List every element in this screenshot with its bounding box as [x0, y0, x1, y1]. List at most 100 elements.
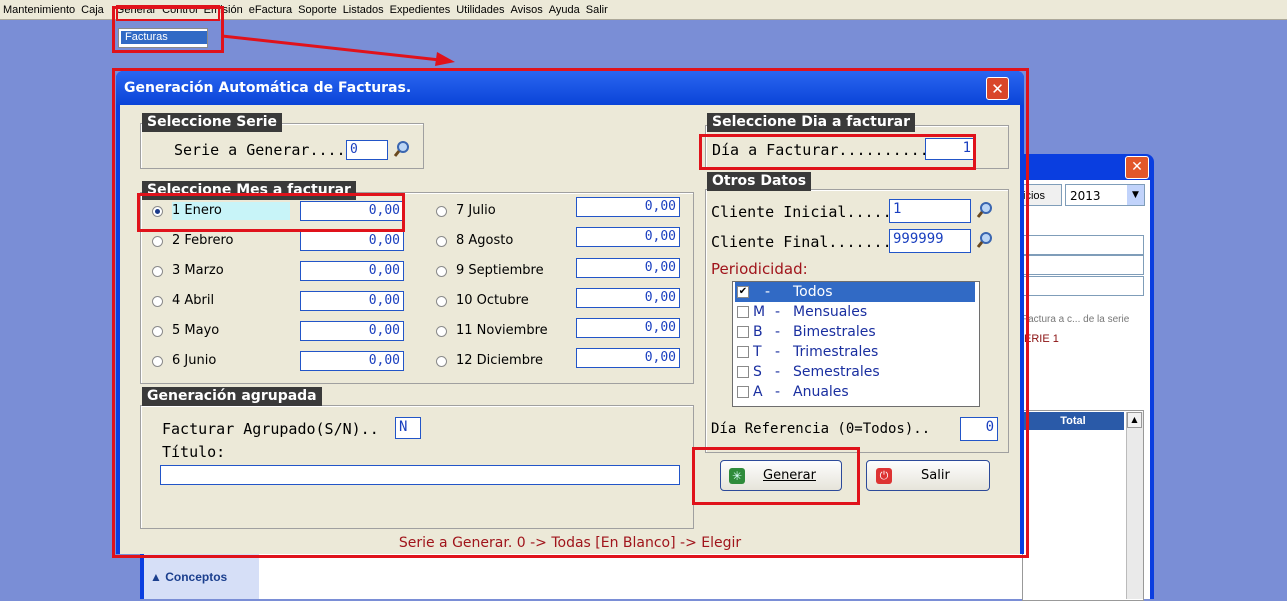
- periodicidad-name: Bimestrales: [793, 324, 876, 340]
- month-label-mayo[interactable]: 5 Mayo: [172, 323, 219, 338]
- periodicidad-code: S: [753, 364, 762, 380]
- serie-label: Serie a Generar....: [174, 141, 346, 159]
- titulo-label: Título:: [162, 443, 226, 461]
- list-item-bimestrales[interactable]: B - Bimestrales: [735, 322, 975, 342]
- background-ejercicios-button[interactable]: icios: [1020, 184, 1062, 206]
- menu-ayuda[interactable]: Ayuda: [546, 4, 583, 16]
- serie-input[interactable]: 0: [346, 140, 388, 160]
- month-label-abril[interactable]: 4 Abril: [172, 293, 214, 308]
- month-value-abril[interactable]: 0,00: [300, 291, 404, 311]
- periodicidad-name: Trimestrales: [793, 344, 879, 360]
- close-icon[interactable]: ✕: [986, 77, 1009, 100]
- periodicidad-name: Anuales: [793, 384, 849, 400]
- radio-febrero[interactable]: [152, 236, 163, 247]
- radio-septiembre[interactable]: [436, 266, 447, 277]
- month-label-febrero[interactable]: 2 Febrero: [172, 233, 234, 248]
- periodicidad-label: Periodicidad:: [711, 260, 808, 278]
- background-field-3[interactable]: [1022, 276, 1144, 296]
- month-value-septiembre[interactable]: 0,00: [576, 258, 680, 278]
- titulo-input[interactable]: [160, 465, 680, 485]
- search-icon[interactable]: [976, 231, 994, 249]
- salir-button-label: Salir: [921, 468, 950, 483]
- radio-julio[interactable]: [436, 206, 447, 217]
- background-close-button[interactable]: ✕: [1125, 156, 1149, 179]
- month-value-octubre[interactable]: 0,00: [576, 288, 680, 308]
- periodicidad-code: B: [753, 324, 763, 340]
- generar-button[interactable]: ✳ Generar: [720, 460, 842, 491]
- dialog-titlebar[interactable]: Generación Automática de Facturas.: [116, 71, 1024, 105]
- checkbox-mensuales[interactable]: [737, 306, 749, 318]
- month-label-diciembre[interactable]: 12 Diciembre: [456, 353, 543, 368]
- month-label-agosto[interactable]: 8 Agosto: [456, 233, 513, 248]
- month-label-enero[interactable]: 1 Enero: [172, 202, 290, 220]
- sidebar-item-conceptos[interactable]: ▲ Conceptos: [150, 570, 227, 584]
- month-label-marzo[interactable]: 3 Marzo: [172, 263, 224, 278]
- checkbox-bimestrales[interactable]: [737, 326, 749, 338]
- generacion-dialog: Generación Automática de Facturas. Selec…: [116, 71, 1024, 554]
- cliente-inicial-input[interactable]: 1: [889, 199, 971, 223]
- periodicidad-list[interactable]: ✔ - Todos M - Mensuales B - Bimestrales …: [732, 281, 980, 407]
- menu-salir[interactable]: Salir: [583, 4, 611, 16]
- month-label-noviembre[interactable]: 11 Noviembre: [456, 323, 548, 338]
- agrupado-label: Facturar Agrupado(S/N)..: [162, 420, 379, 438]
- annotation-arrow: [221, 34, 455, 66]
- periodicidad-dash: -: [775, 364, 781, 380]
- month-label-septiembre[interactable]: 9 Septiembre: [456, 263, 544, 278]
- background-field-2[interactable]: [1022, 255, 1144, 275]
- search-icon[interactable]: [393, 140, 411, 158]
- periodicidad-dash: -: [775, 324, 781, 340]
- month-label-julio[interactable]: 7 Julio: [456, 203, 496, 218]
- cliente-final-input[interactable]: 999999: [889, 229, 971, 253]
- background-serie-text: ERIE 1: [1024, 333, 1059, 345]
- dia-referencia-label: Día Referencia (0=Todos)..: [711, 421, 931, 437]
- radio-marzo[interactable]: [152, 266, 163, 277]
- list-item-semestrales[interactable]: S - Semestrales: [735, 362, 975, 382]
- radio-junio[interactable]: [152, 356, 163, 367]
- checkbox-semestrales[interactable]: [737, 366, 749, 378]
- month-value-noviembre[interactable]: 0,00: [576, 318, 680, 338]
- month-value-diciembre[interactable]: 0,00: [576, 348, 680, 368]
- month-value-febrero[interactable]: 0,00: [300, 231, 404, 251]
- dialog-body: Seleccione Serie Serie a Generar.... 0 S…: [120, 105, 1020, 554]
- list-item-anuales[interactable]: A - Anuales: [735, 382, 975, 402]
- chevron-down-icon: ▼: [1127, 185, 1144, 205]
- month-value-enero[interactable]: 0,00: [300, 201, 404, 221]
- periodicidad-code: A: [753, 384, 763, 400]
- radio-diciembre[interactable]: [436, 356, 447, 367]
- radio-octubre[interactable]: [436, 296, 447, 307]
- periodicidad-dash: -: [775, 344, 781, 360]
- agrupado-input[interactable]: N: [395, 417, 421, 439]
- dia-input[interactable]: 1: [925, 138, 975, 160]
- radio-abril[interactable]: [152, 296, 163, 307]
- month-value-mayo[interactable]: 0,00: [300, 321, 404, 341]
- search-icon[interactable]: [976, 201, 994, 219]
- month-value-junio[interactable]: 0,00: [300, 351, 404, 371]
- periodicidad-name: Todos: [793, 284, 833, 300]
- year-select[interactable]: 2013 ▼: [1065, 184, 1145, 206]
- list-item-trimestrales[interactable]: T - Trimestrales: [735, 342, 975, 362]
- month-value-agosto[interactable]: 0,00: [576, 227, 680, 247]
- radio-enero[interactable]: [152, 206, 163, 217]
- checkbox-anuales[interactable]: [737, 386, 749, 398]
- scroll-up-icon[interactable]: ▲: [1127, 412, 1142, 428]
- month-value-julio[interactable]: 0,00: [576, 197, 680, 217]
- table-header-total: Total: [1022, 412, 1124, 430]
- month-label-octubre[interactable]: 10 Octubre: [456, 293, 529, 308]
- dia-group-title: Seleccione Dia a facturar: [707, 113, 916, 132]
- list-item-mensuales[interactable]: M - Mensuales: [735, 302, 975, 322]
- checkbox-todos[interactable]: ✔: [737, 286, 749, 298]
- month-value-marzo[interactable]: 0,00: [300, 261, 404, 281]
- checkbox-trimestrales[interactable]: [737, 346, 749, 358]
- radio-noviembre[interactable]: [436, 326, 447, 337]
- radio-agosto[interactable]: [436, 236, 447, 247]
- list-item-todos[interactable]: ✔ - Todos: [735, 282, 975, 302]
- periodicidad-dash: -: [765, 284, 771, 300]
- menu-avisos[interactable]: Avisos: [508, 4, 546, 16]
- dia-referencia-input[interactable]: 0: [960, 417, 998, 441]
- background-field-1[interactable]: [1022, 235, 1144, 255]
- radio-mayo[interactable]: [152, 326, 163, 337]
- background-scrollbar[interactable]: ▲: [1126, 412, 1143, 599]
- month-label-junio[interactable]: 6 Junio: [172, 353, 216, 368]
- serie-group-title: Seleccione Serie: [142, 113, 282, 132]
- salir-button[interactable]: ⏻ Salir: [866, 460, 990, 491]
